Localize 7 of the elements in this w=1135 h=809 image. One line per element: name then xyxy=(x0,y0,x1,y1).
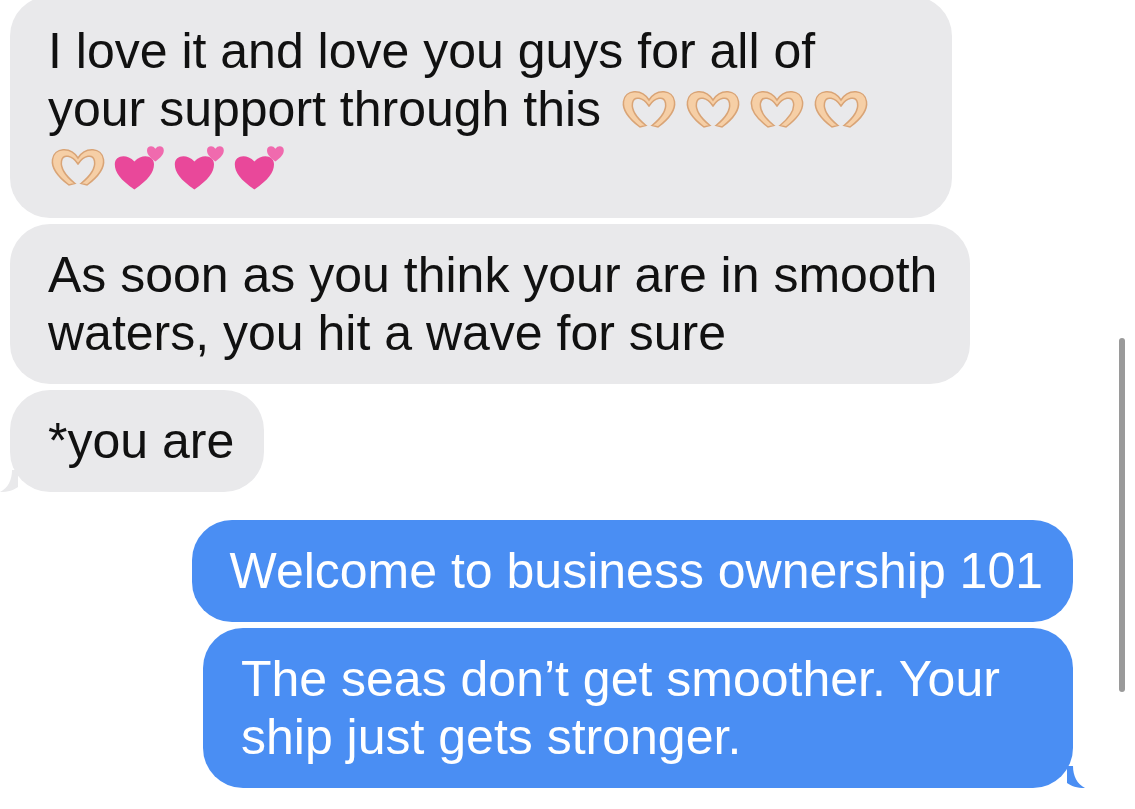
message-text: Welcome to business ownership 101 xyxy=(229,543,1043,599)
message-text: I love it and love you guys for all of xyxy=(48,22,817,80)
message-text: The seas don’t get smoother. Your ship just gets stronger. xyxy=(241,651,1000,765)
message-text: your support through this xyxy=(48,80,602,138)
message-text: *you are xyxy=(48,413,235,469)
message-text: As soon as you think your are in smooth waters, you hit a wave for sure xyxy=(48,247,938,361)
scrollbar[interactable] xyxy=(1119,338,1125,692)
